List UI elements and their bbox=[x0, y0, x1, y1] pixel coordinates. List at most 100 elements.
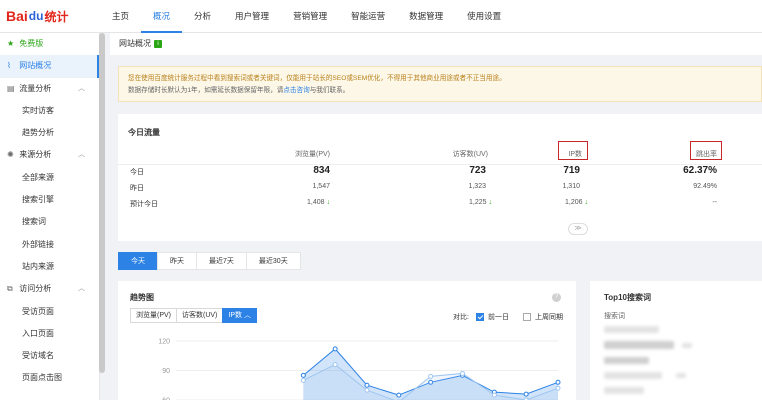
sidebar-item-label: 免费版 bbox=[19, 39, 44, 48]
visit-icon: ⧉ bbox=[7, 284, 13, 294]
sidebar-item-all-source[interactable]: 全部来源 bbox=[0, 167, 99, 189]
data-point bbox=[491, 392, 497, 398]
data-point bbox=[460, 370, 465, 376]
y-tick-label: 90 bbox=[162, 368, 170, 375]
today-bounce: 62.37% bbox=[683, 165, 717, 176]
tab-today[interactable]: 今天 bbox=[118, 252, 158, 270]
forecast-bounce: -- bbox=[712, 199, 717, 206]
nav-settings[interactable]: 使用设置 bbox=[455, 0, 513, 33]
data-point bbox=[555, 385, 561, 391]
sidebar-item-entry-page[interactable]: 入口页面 bbox=[0, 323, 99, 345]
y-tick-label: 120 bbox=[158, 339, 170, 346]
forecast-ip: 1,206 ↓ bbox=[538, 199, 588, 206]
main-nav: 主页 概况 分析 用户管理 营销管理 智能运营 数据管理 使用设置 bbox=[100, 0, 513, 33]
sidebar-group-traffic[interactable]: ▤ 流量分析 ︿ bbox=[0, 78, 99, 100]
notice-text: 与我们联系。 bbox=[309, 87, 350, 94]
notice-line-2: 数据存储时长默认为1年，如需延长数据保留年限，请点击咨询与我们联系。 bbox=[128, 85, 752, 97]
blurred-count bbox=[682, 343, 692, 348]
trend-card: 趋势图 ? 浏览量(PV) 访客数(UV) IP数 ︿ 对比: 前一日 上周同期… bbox=[118, 281, 576, 400]
trend-chart: 1209060 bbox=[158, 339, 561, 400]
arrow-down-icon: ↓ bbox=[584, 199, 589, 206]
tab-last-7-days[interactable]: 最近7天 bbox=[196, 252, 247, 270]
yesterday-ip: 1,310 bbox=[562, 183, 580, 190]
today-uv: 723 bbox=[469, 165, 486, 176]
today-traffic-title: 今日流量 bbox=[128, 128, 160, 137]
notice-text: 数据存储时长默认为1年，如需延长数据保留年限，请 bbox=[128, 87, 284, 94]
blurred-keyword bbox=[604, 387, 644, 394]
sidebar-item-free-edition[interactable]: ★ 免费版 bbox=[0, 33, 99, 55]
sidebar-group-source[interactable]: ✺ 来源分析 ︿ bbox=[0, 144, 99, 166]
expand-chevron-icon[interactable]: ≫ bbox=[568, 223, 588, 235]
data-point bbox=[428, 373, 434, 379]
sidebar-scrollbar[interactable] bbox=[99, 33, 105, 373]
traffic-icon: ▤ bbox=[7, 83, 15, 93]
data-point bbox=[364, 382, 370, 388]
sidebar-item-trend[interactable]: 趋势分析 bbox=[0, 122, 99, 144]
forecast-uv: 1,225 ↓ bbox=[436, 199, 492, 206]
sidebar-item-visited-page[interactable]: 受访页面 bbox=[0, 301, 99, 323]
data-point bbox=[332, 362, 338, 368]
col-ip-header: IP数 bbox=[568, 151, 582, 158]
logo-tongji: 统计 bbox=[44, 9, 69, 24]
page-title: 网站概况 bbox=[119, 39, 151, 48]
tab-last-30-days[interactable]: 最近30天 bbox=[245, 252, 301, 270]
data-point bbox=[396, 392, 402, 398]
info-badge-icon[interactable]: i bbox=[154, 39, 162, 48]
forecast-pv-value: 1,408 bbox=[307, 199, 325, 206]
nav-user-management[interactable]: 用户管理 bbox=[223, 0, 281, 33]
star-icon: ★ bbox=[7, 39, 15, 48]
nav-marketing[interactable]: 营销管理 bbox=[281, 0, 339, 33]
forecast-ip-value: 1,206 bbox=[565, 199, 583, 206]
sidebar-item-internal-source[interactable]: 站内来源 bbox=[0, 256, 99, 278]
data-point bbox=[523, 391, 529, 397]
forecast-pv: 1,408 ↓ bbox=[278, 199, 330, 206]
sidebar-item-search-word[interactable]: 搜索词 bbox=[0, 211, 99, 233]
blurred-keyword bbox=[604, 372, 662, 379]
nav-smart-ops[interactable]: 智能运营 bbox=[339, 0, 397, 33]
col-pv-header: 浏览量(PV) bbox=[295, 151, 330, 158]
logo-bai: Bai bbox=[6, 8, 28, 24]
sidebar-group-visit[interactable]: ⧉ 访问分析 ︿ bbox=[0, 278, 99, 300]
data-point bbox=[332, 346, 338, 352]
logo-paw: du bbox=[28, 9, 44, 23]
nav-overview[interactable]: 概况 bbox=[141, 0, 183, 33]
sidebar-item-realtime[interactable]: 实时访客 bbox=[0, 100, 99, 122]
consult-link[interactable]: 点击咨询 bbox=[283, 87, 309, 94]
top10-search-card: Top10搜索词 搜索词 bbox=[590, 281, 762, 400]
breadcrumb: 网站概况 i bbox=[110, 33, 762, 55]
baidu-tongji-logo[interactable]: Bai du 统计 bbox=[0, 8, 100, 25]
blurred-keyword bbox=[604, 357, 649, 364]
chevron-up-icon: ︿ bbox=[78, 285, 85, 293]
sidebar-item-overview[interactable]: ⌇ 网站概况 bbox=[0, 55, 99, 78]
data-point bbox=[300, 377, 306, 383]
yesterday-pv: 1,547 bbox=[312, 183, 330, 190]
today-pv: 834 bbox=[313, 165, 330, 176]
sidebar-item-page-heatmap[interactable]: 页面点击图 bbox=[0, 367, 99, 389]
nav-analysis[interactable]: 分析 bbox=[182, 0, 223, 33]
row-label-today: 今日 bbox=[130, 169, 144, 176]
top10-title: Top10搜索词 bbox=[604, 293, 651, 302]
col-bounce-header: 跳出率 bbox=[696, 151, 717, 158]
nav-home[interactable]: 主页 bbox=[100, 0, 141, 33]
date-range-tabs: 今天 昨天 最近7天 最近30天 bbox=[118, 252, 301, 270]
col-uv-header: 访客数(UV) bbox=[452, 151, 488, 158]
yesterday-bounce: 92.49% bbox=[693, 183, 717, 190]
notice-banner: 您在使用百度统计服务过程中看到搜索词或者关键词，仅能用于站长的SEO或SEM优化… bbox=[118, 66, 762, 102]
today-ip: 719 bbox=[563, 165, 580, 176]
sidebar-item-search-engine[interactable]: 搜索引擎 bbox=[0, 189, 99, 211]
data-point bbox=[555, 379, 561, 385]
chevron-up-icon: ︿ bbox=[78, 151, 85, 159]
arrow-down-icon: ↓ bbox=[326, 199, 331, 206]
data-point bbox=[364, 387, 370, 393]
line-chart-icon: ⌇ bbox=[7, 61, 11, 71]
top10-column-header: 搜索词 bbox=[604, 313, 625, 320]
nav-data-management[interactable]: 数据管理 bbox=[397, 0, 455, 33]
sidebar-item-visited-domain[interactable]: 受访域名 bbox=[0, 345, 99, 367]
arrow-down-icon: ↓ bbox=[488, 199, 493, 206]
sidebar-item-label: 访问分析 bbox=[19, 284, 52, 294]
tab-yesterday[interactable]: 昨天 bbox=[157, 252, 197, 270]
today-traffic-card: 今日流量 浏览量(PV) 访客数(UV) IP数 跳出率 今日 834 723 … bbox=[118, 114, 762, 241]
sidebar-item-external-link[interactable]: 外部链接 bbox=[0, 234, 99, 256]
chevron-up-icon: ︿ bbox=[78, 84, 85, 92]
sidebar-item-label: 来源分析 bbox=[19, 150, 52, 160]
